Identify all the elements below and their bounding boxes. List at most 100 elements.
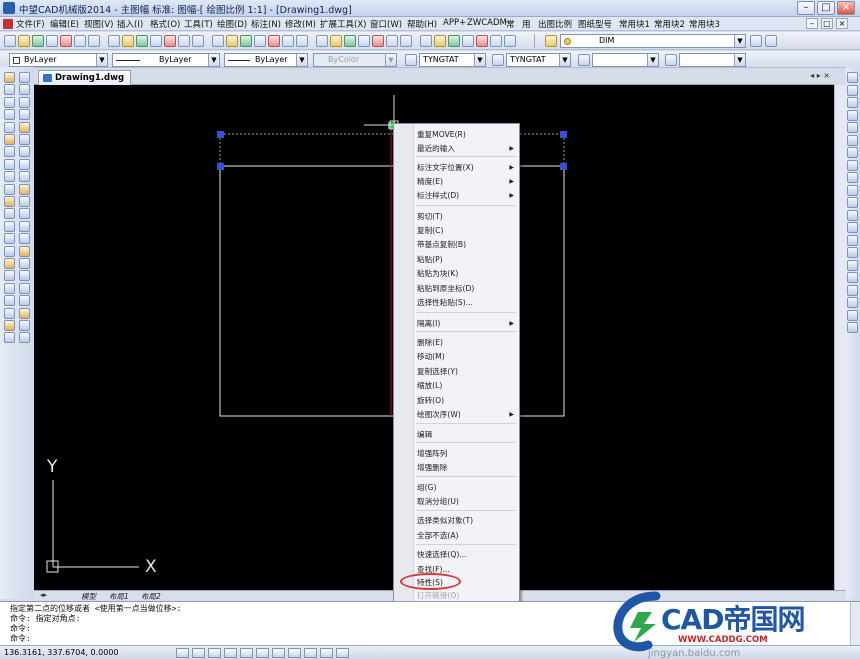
side-tool-icon[interactable] xyxy=(19,196,30,207)
side-tool-icon[interactable] xyxy=(847,134,858,146)
toolbar-tool-icon[interactable] xyxy=(212,35,224,47)
doc-menu-icon[interactable] xyxy=(3,19,13,29)
context-menu-item[interactable]: 重复MOVE(R) xyxy=(417,129,517,141)
side-tool-icon[interactable] xyxy=(847,322,858,333)
chevron-down-icon[interactable]: ▼ xyxy=(647,54,658,66)
context-menu-item[interactable]: 剪切(T) xyxy=(417,211,517,223)
menu-sheet-size[interactable]: 图纸型号 xyxy=(578,18,612,30)
side-tool-icon[interactable] xyxy=(847,297,858,308)
side-tool-icon[interactable] xyxy=(19,220,30,232)
toolbar-tool-icon[interactable] xyxy=(46,35,58,47)
context-menu-item[interactable]: 缩放(L) xyxy=(417,380,517,392)
side-tool-icon[interactable] xyxy=(847,259,858,271)
toolbar-tool-icon[interactable] xyxy=(400,35,412,47)
chevron-down-icon[interactable]: ▼ xyxy=(96,54,107,66)
context-menu-item[interactable]: 旋转(O) xyxy=(417,395,517,407)
context-menu-item[interactable]: 粘贴为块(K) xyxy=(417,268,517,280)
side-tool-icon[interactable] xyxy=(847,72,858,83)
side-tool-icon[interactable] xyxy=(847,159,858,171)
context-menu-item[interactable]: 选择性粘贴(S)... xyxy=(417,297,517,309)
tab-scroll-controls[interactable]: ◂ ▸ × xyxy=(810,71,830,80)
tab-drawing1[interactable]: Drawing1.dwg xyxy=(38,70,132,85)
command-prompt[interactable]: 命令: xyxy=(10,633,31,644)
menu-format[interactable]: 格式(O) xyxy=(150,18,180,30)
toolbar-tool-icon[interactable] xyxy=(372,35,384,47)
toolbar-tool-icon[interactable] xyxy=(178,35,190,47)
side-tool-icon[interactable] xyxy=(4,282,15,294)
side-tool-icon[interactable] xyxy=(19,208,30,220)
menu-block-3[interactable]: 常用块3 xyxy=(689,18,720,30)
toolbar-tool-icon[interactable] xyxy=(434,35,446,47)
plotstyle-combo[interactable]: ByColor ▼ xyxy=(313,53,397,67)
status-toggle-button[interactable] xyxy=(208,648,221,658)
menu-plot-scale[interactable]: 出图比例 xyxy=(538,18,572,30)
grip[interactable] xyxy=(217,163,224,170)
menu-block-1[interactable]: 常用块1 xyxy=(619,18,650,30)
side-tool-icon[interactable] xyxy=(19,158,30,170)
chevron-down-icon[interactable]: ▼ xyxy=(559,54,570,66)
doc-close-button[interactable]: × xyxy=(836,18,848,29)
status-toggle-button[interactable] xyxy=(288,648,301,658)
menu-yong[interactable]: 用 xyxy=(522,18,531,30)
toolbar-tool-icon[interactable] xyxy=(282,35,294,47)
toolbar-tool-icon[interactable] xyxy=(18,35,30,47)
context-menu-item[interactable]: 绘图次序(W) ▶ xyxy=(417,409,517,421)
side-tool-icon[interactable] xyxy=(19,282,30,294)
chevron-down-icon[interactable]: ▼ xyxy=(296,54,307,66)
side-tool-icon[interactable] xyxy=(4,146,15,158)
side-tool-icon[interactable] xyxy=(847,247,858,258)
toolbar-tool-icon[interactable] xyxy=(108,35,120,47)
menu-edit[interactable]: 编辑(E) xyxy=(50,18,79,30)
toolbar-tool-icon[interactable] xyxy=(344,35,356,47)
context-menu-item[interactable]: 精度(E) ▶ xyxy=(417,176,517,188)
grip[interactable] xyxy=(560,163,567,170)
context-menu-item[interactable]: 粘贴(P) xyxy=(417,254,517,266)
side-tool-icon[interactable] xyxy=(19,146,30,158)
toolbar-tool-icon[interactable] xyxy=(490,35,502,47)
toolbar-tool-icon[interactable] xyxy=(504,35,516,47)
minimize-button[interactable]: – xyxy=(797,1,815,15)
side-tool-icon[interactable] xyxy=(4,258,15,269)
toolbar-tool-icon[interactable] xyxy=(192,35,204,47)
side-tool-icon[interactable] xyxy=(4,295,15,307)
side-tool-icon[interactable] xyxy=(847,109,858,121)
table-style-icon[interactable] xyxy=(578,54,590,66)
side-tool-icon[interactable] xyxy=(19,171,30,183)
layer-properties-icon[interactable] xyxy=(750,35,762,47)
side-tool-icon[interactable] xyxy=(19,121,30,133)
menu-modify[interactable]: 修改(M) xyxy=(285,18,316,30)
context-menu-item[interactable]: 组(G) xyxy=(417,482,517,494)
context-menu-item[interactable]: 粘贴到原坐标(D) xyxy=(417,283,517,295)
context-menu-item[interactable]: 最近的输入 ▶ xyxy=(417,143,517,155)
text-style-combo[interactable]: TYNGTAT ▼ xyxy=(419,53,486,67)
menu-app[interactable]: APP+ xyxy=(443,18,466,28)
lineweight-combo[interactable]: ByLayer ▼ xyxy=(224,53,308,67)
toolbar-tool-icon[interactable] xyxy=(122,35,134,47)
layer-combo[interactable]: DIM ▼ xyxy=(560,34,746,48)
toolbar-tool-icon[interactable] xyxy=(136,35,148,47)
chevron-down-icon[interactable]: ▼ xyxy=(208,54,219,66)
side-tool-icon[interactable] xyxy=(4,183,15,195)
toolbar-tool-icon[interactable] xyxy=(240,35,252,47)
side-tool-icon[interactable] xyxy=(19,183,30,195)
menu-chang[interactable]: 常 xyxy=(506,18,515,30)
status-toggle-button[interactable] xyxy=(320,648,333,658)
side-tool-icon[interactable] xyxy=(19,245,30,257)
linetype-combo[interactable]: ByLayer ▼ xyxy=(112,53,220,67)
side-tool-icon[interactable] xyxy=(4,320,15,331)
context-menu-item[interactable]: 隔离(I) ▶ xyxy=(417,318,517,330)
menu-extend-tools[interactable]: 扩展工具(X) xyxy=(320,18,366,30)
chevron-down-icon[interactable]: ▼ xyxy=(385,54,396,66)
maximize-button[interactable]: □ xyxy=(817,1,835,15)
menu-dimension[interactable]: 标注(N) xyxy=(251,18,281,30)
side-tool-icon[interactable] xyxy=(19,332,30,344)
toolbar-tool-icon[interactable] xyxy=(268,35,280,47)
side-tool-icon[interactable] xyxy=(847,97,858,108)
menu-block-2[interactable]: 常用块2 xyxy=(654,18,685,30)
side-tool-icon[interactable] xyxy=(19,96,30,108)
toolbar-tool-icon[interactable] xyxy=(386,35,398,47)
status-toggle-button[interactable] xyxy=(176,648,189,658)
side-tool-icon[interactable] xyxy=(847,309,858,321)
context-menu-item[interactable]: 增强阵列 xyxy=(417,448,517,460)
side-tool-icon[interactable] xyxy=(4,109,15,121)
